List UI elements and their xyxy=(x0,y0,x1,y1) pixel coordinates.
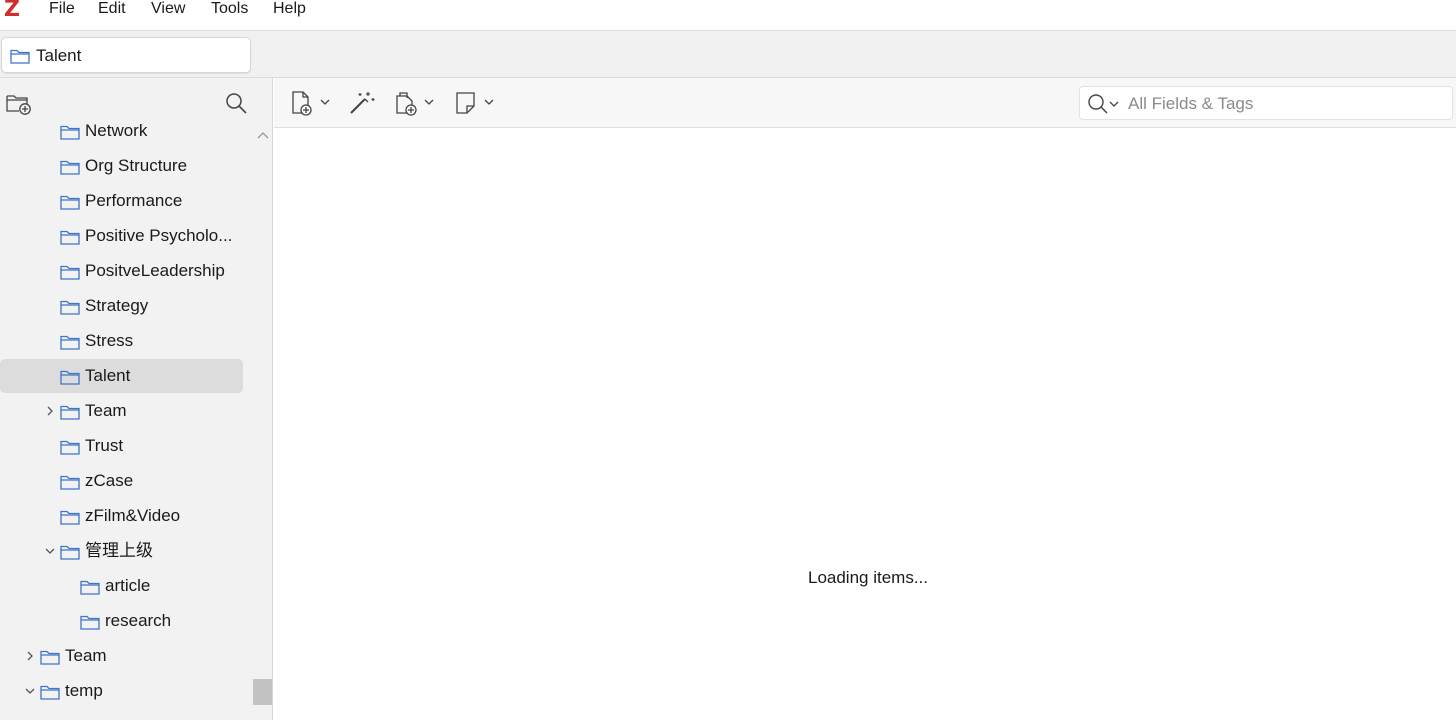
search-mode-dropdown-icon[interactable] xyxy=(1109,100,1119,108)
collection-row[interactable]: Network xyxy=(0,114,250,148)
collection-row[interactable]: Trust xyxy=(0,429,250,463)
menu-help[interactable]: Help xyxy=(273,0,306,20)
add-attachment-icon[interactable] xyxy=(392,90,438,116)
scroll-up-arrow-icon[interactable] xyxy=(257,131,269,139)
folder-icon xyxy=(60,160,80,175)
collection-label: Stress xyxy=(85,331,134,350)
loading-message: Loading items... xyxy=(807,568,928,587)
chevron-right-icon[interactable] xyxy=(25,651,35,661)
folder-icon xyxy=(10,49,30,64)
magic-wand-icon[interactable] xyxy=(348,90,376,116)
collection-row[interactable]: Talent xyxy=(0,359,243,393)
collection-row[interactable]: Org Structure xyxy=(0,149,250,183)
menu-bar: Z File Edit View Tools Help xyxy=(0,0,1456,30)
folder-icon xyxy=(60,195,80,210)
collection-row[interactable]: zFilm&Video xyxy=(0,499,250,533)
collection-label: 管理上级 xyxy=(85,541,153,560)
collection-label: Talent xyxy=(85,366,131,385)
collection-row[interactable]: Stress xyxy=(0,324,250,358)
menu-edit[interactable]: Edit xyxy=(98,0,126,20)
collection-row[interactable]: Strategy xyxy=(0,289,250,323)
folder-icon xyxy=(40,685,60,700)
scrollbar-thumb[interactable] xyxy=(253,679,272,705)
collection-row[interactable]: temp xyxy=(0,674,250,708)
collection-row[interactable]: 管理上级 xyxy=(0,534,250,568)
folder-icon xyxy=(60,125,80,140)
folder-icon xyxy=(60,440,80,455)
folder-icon xyxy=(60,265,80,280)
collection-label: Team xyxy=(65,646,107,665)
collection-row[interactable]: Team xyxy=(0,394,250,428)
tab-bar: Talent xyxy=(0,30,1456,78)
new-note-icon[interactable] xyxy=(454,90,498,116)
collection-row[interactable]: Positive Psycholo... xyxy=(0,219,250,253)
search-icon[interactable] xyxy=(224,91,248,115)
tab-label: Talent xyxy=(36,46,82,65)
folder-icon xyxy=(40,650,60,665)
tab-talent[interactable]: Talent xyxy=(1,37,251,73)
folder-icon xyxy=(60,300,80,315)
chevron-right-icon[interactable] xyxy=(45,406,55,416)
collection-row[interactable]: zCase xyxy=(0,464,250,498)
items-search-field[interactable] xyxy=(1079,86,1453,120)
collection-label: Org Structure xyxy=(85,156,188,175)
collection-label: research xyxy=(105,611,172,630)
collection-label: Team xyxy=(85,401,127,420)
collection-label: temp xyxy=(65,681,103,700)
collection-row[interactable]: PositveLeadership xyxy=(0,254,250,288)
collection-row[interactable]: article xyxy=(0,569,250,603)
collection-label: Performance xyxy=(85,191,183,210)
collection-row[interactable]: Performance xyxy=(0,184,250,218)
collections-pane: Network Org Structure Performance Positive … xyxy=(0,78,273,720)
folder-icon xyxy=(60,510,80,525)
folder-icon xyxy=(60,335,80,350)
menu-tools[interactable]: Tools xyxy=(211,0,248,20)
folder-icon xyxy=(60,230,80,245)
folder-icon xyxy=(60,475,80,490)
menu-view[interactable]: View xyxy=(151,0,185,20)
zotero-logo: Z xyxy=(4,0,20,22)
new-item-icon[interactable] xyxy=(290,90,332,116)
collection-label: Network xyxy=(85,121,148,140)
items-pane: Loading items... xyxy=(274,128,1456,720)
folder-icon xyxy=(60,545,80,560)
chevron-down-icon[interactable] xyxy=(25,686,35,696)
collection-label: zCase xyxy=(85,471,134,490)
menu-file[interactable]: File xyxy=(49,0,75,20)
search-input[interactable] xyxy=(1126,92,1440,116)
collection-row[interactable]: research xyxy=(0,604,250,638)
collection-label: zFilm&Video xyxy=(85,506,181,525)
folder-icon xyxy=(60,370,80,385)
folder-icon xyxy=(60,405,80,420)
collection-label: article xyxy=(105,576,151,595)
collection-label: Strategy xyxy=(85,296,149,315)
folder-icon xyxy=(80,615,100,630)
items-toolbar xyxy=(274,78,1456,128)
chevron-down-icon[interactable] xyxy=(45,546,55,556)
collection-label: PositveLeadership xyxy=(85,261,225,280)
folder-icon xyxy=(80,580,100,595)
collection-label: Positive Psycholo... xyxy=(85,226,233,245)
new-collection-icon[interactable] xyxy=(6,93,32,115)
search-icon[interactable] xyxy=(1087,93,1109,115)
collection-label: Trust xyxy=(85,436,124,455)
collection-row[interactable]: Team xyxy=(0,639,250,673)
